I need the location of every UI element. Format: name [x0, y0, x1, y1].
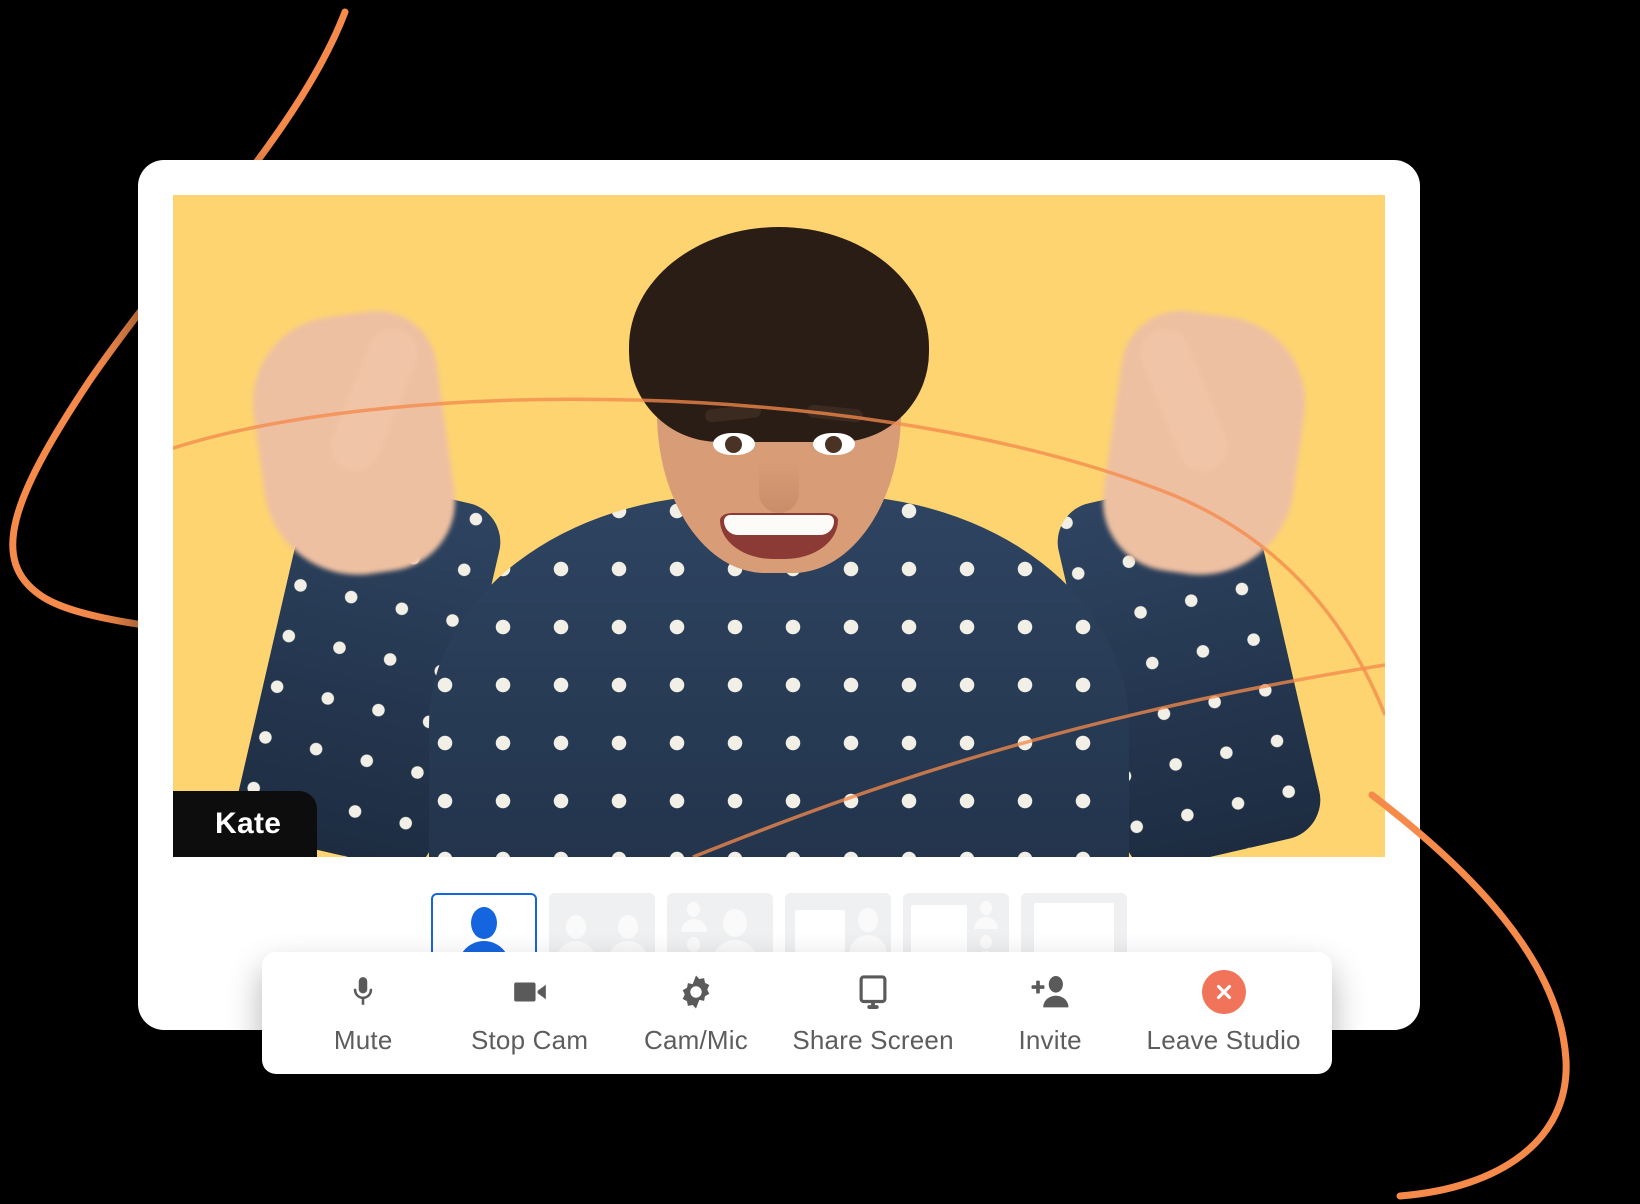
screenshot-stage: Kate Mute Stop Cam Cam/Mic Share Screen …	[0, 0, 1640, 1204]
call-control-bar: Mute Stop Cam Cam/Mic Share Screen Invit…	[262, 952, 1332, 1074]
control-label: Share Screen	[792, 1024, 954, 1055]
microphone-icon	[346, 971, 380, 1013]
control-label: Cam/Mic	[643, 1024, 748, 1055]
control-label: Stop Cam	[470, 1024, 589, 1055]
left-eye	[713, 433, 755, 455]
control-label: Invite	[1018, 1024, 1082, 1055]
right-eye	[813, 433, 855, 455]
video-feed[interactable]: Kate	[173, 195, 1385, 857]
control-label: Leave Studio	[1146, 1024, 1301, 1055]
control-button-mute[interactable]: Mute	[293, 971, 433, 1056]
control-label: Mute	[333, 1024, 393, 1055]
control-button-leave-studio[interactable]: Leave Studio	[1146, 969, 1301, 1056]
monitor-icon	[854, 971, 892, 1013]
gear-icon	[677, 971, 715, 1013]
control-button-share-screen[interactable]: Share Screen	[792, 971, 954, 1056]
control-button-cam-mic[interactable]: Cam/Mic	[626, 971, 766, 1056]
leave-circle	[1201, 969, 1246, 1014]
participant-name-badge: Kate	[173, 791, 318, 857]
control-button-invite[interactable]: Invite	[980, 971, 1120, 1056]
control-button-stop-cam[interactable]: Stop Cam	[460, 971, 600, 1056]
add-person-icon	[1030, 971, 1070, 1013]
hairline-shadow	[653, 291, 905, 383]
video-studio-window: Kate	[138, 160, 1420, 1030]
video-camera-icon	[511, 971, 549, 1013]
participant-video-image	[173, 195, 1385, 857]
nose	[759, 461, 799, 513]
teeth	[724, 515, 834, 535]
close-circle-icon	[1201, 969, 1246, 1014]
